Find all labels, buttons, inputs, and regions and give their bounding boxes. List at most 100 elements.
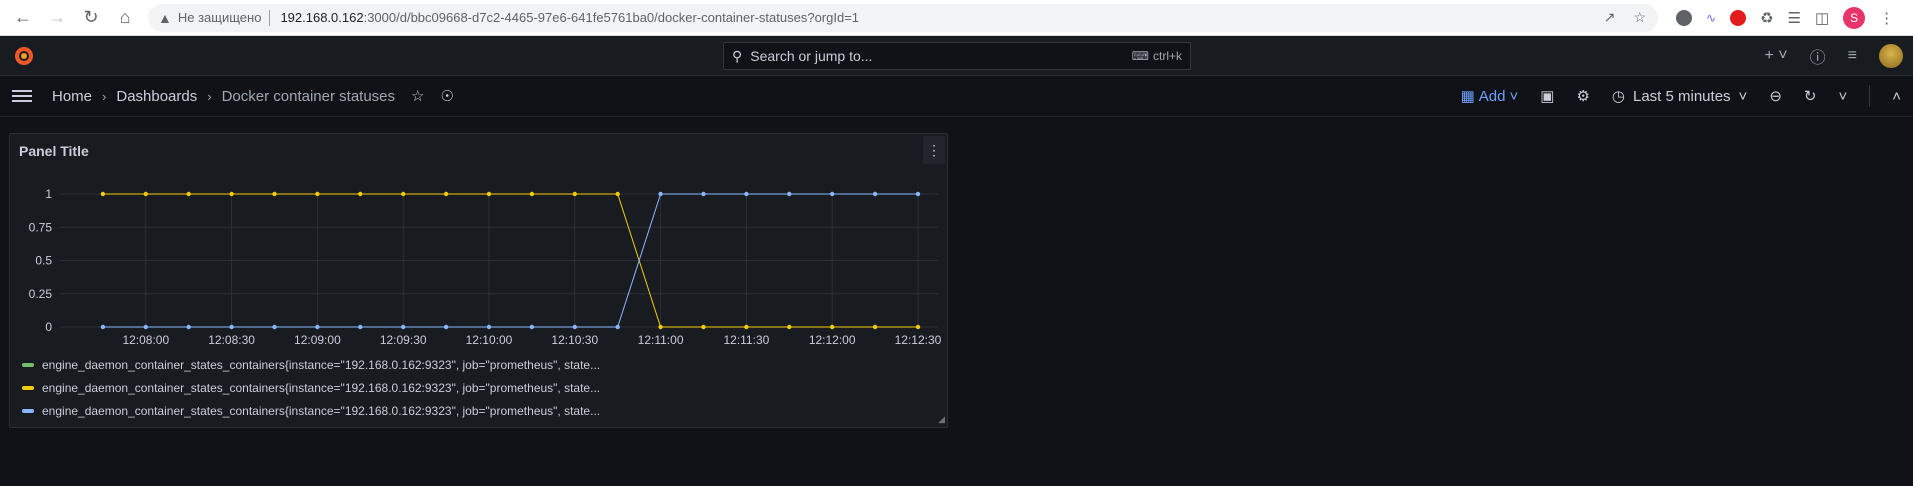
- refresh-interval-chevron-icon[interactable]: ˅: [1838, 88, 1847, 105]
- share-icon[interactable]: ☉: [440, 87, 453, 105]
- new-plus-icon[interactable]: + ˅: [1765, 47, 1788, 65]
- data-point: [787, 191, 792, 197]
- add-label: Add: [1478, 87, 1506, 105]
- y-tick-label: 0.5: [35, 254, 52, 268]
- share-icon[interactable]: ↗: [1604, 9, 1616, 26]
- warning-icon: ▲: [158, 9, 172, 26]
- help-icon[interactable]: ⓘ: [1810, 44, 1826, 68]
- data-point: [186, 191, 191, 197]
- data-point: [358, 191, 363, 197]
- home-icon[interactable]: ⌂: [110, 3, 140, 33]
- legend-label: engine_daemon_container_states_container…: [42, 357, 601, 372]
- data-point: [443, 324, 449, 330]
- bookmark-star-icon[interactable]: ☆: [1633, 9, 1646, 26]
- data-point: [486, 324, 492, 330]
- data-point: [272, 191, 277, 197]
- x-tick-label: 12:11:30: [723, 333, 769, 347]
- url-host: 192.168.0.162: [280, 10, 364, 25]
- x-tick-label: 12:11:00: [638, 333, 684, 347]
- chevron-right-icon: ›: [207, 88, 212, 104]
- chevron-down-icon: ˅: [1738, 87, 1748, 105]
- data-point: [486, 191, 492, 197]
- sidepanel-icon[interactable]: ◫: [1815, 9, 1829, 27]
- data-point: [100, 191, 106, 197]
- refresh-icon[interactable]: ↻: [1804, 87, 1817, 105]
- data-point: [872, 191, 878, 197]
- breadcrumb-current: Docker container statuses: [221, 87, 396, 105]
- legend-item[interactable]: engine_daemon_container_states_container…: [22, 353, 600, 376]
- save-icon[interactable]: ▣: [1540, 87, 1554, 105]
- data-point: [701, 324, 706, 330]
- breadcrumb-dashboards[interactable]: Dashboards: [116, 88, 197, 105]
- back-icon[interactable]: ←: [8, 3, 38, 33]
- x-tick-label: 12:12:30: [895, 333, 942, 347]
- x-tick-label: 12:10:30: [551, 333, 598, 347]
- collapse-chevron-up-icon[interactable]: ˄: [1892, 88, 1901, 105]
- extension-icon[interactable]: [1676, 9, 1692, 26]
- star-icon[interactable]: ☆: [411, 87, 424, 105]
- data-point: [572, 324, 577, 330]
- divider: [269, 9, 271, 26]
- data-point: [658, 324, 663, 330]
- legend-label: engine_daemon_container_states_container…: [42, 403, 601, 418]
- data-point: [529, 191, 535, 197]
- search-placeholder: Search or jump to...: [750, 48, 873, 64]
- data-point: [400, 324, 406, 330]
- grafana-logo-icon[interactable]: [12, 44, 36, 68]
- keyboard-icon: ⌨: [1131, 49, 1149, 63]
- data-point: [443, 191, 449, 197]
- menu-hamburger-icon[interactable]: [12, 90, 32, 102]
- legend-swatch: [22, 408, 34, 413]
- data-point: [358, 324, 363, 330]
- legend-swatch: [22, 385, 34, 390]
- data-point: [143, 324, 148, 330]
- data-point: [658, 191, 663, 197]
- legend-label: engine_daemon_container_states_container…: [42, 380, 601, 395]
- data-point: [100, 324, 106, 330]
- address-bar[interactable]: ▲ Не защищено 192.168.0.162:3000/d/bbc09…: [148, 3, 1658, 32]
- x-tick-label: 12:12:00: [809, 333, 856, 347]
- user-avatar[interactable]: [1879, 43, 1903, 68]
- add-panel-icon: ▦: [1460, 88, 1475, 105]
- breadcrumb-home[interactable]: Home: [52, 88, 92, 105]
- forward-icon[interactable]: →: [42, 3, 72, 33]
- chart-legend: engine_daemon_container_states_container…: [22, 353, 600, 422]
- settings-gear-icon[interactable]: ⚙: [1576, 87, 1589, 105]
- data-point: [829, 191, 835, 197]
- extension-chart-icon[interactable]: ∿: [1706, 11, 1716, 25]
- data-point: [872, 324, 878, 330]
- y-tick-label: 0: [45, 320, 52, 334]
- browser-toolbar: ← → ↻ ⌂ ▲ Не защищено 192.168.0.162:3000…: [0, 0, 1913, 36]
- resize-handle-icon[interactable]: ◢: [938, 414, 945, 425]
- adblock-icon[interactable]: [1730, 9, 1747, 26]
- playlist-icon[interactable]: ☰: [1788, 9, 1801, 27]
- menu-kebab-icon[interactable]: ⋮: [1879, 9, 1894, 27]
- add-button[interactable]: ▦ Add ˅: [1460, 87, 1519, 106]
- news-rss-icon[interactable]: ≡: [1848, 47, 1857, 65]
- legend-item[interactable]: engine_daemon_container_states_container…: [22, 399, 600, 422]
- dashboard-navbar: Home › Dashboards › Docker container sta…: [0, 76, 1913, 117]
- grafana-topbar: ⚲ Search or jump to... ⌨ ctrl+k + ˅ ⓘ ≡: [0, 36, 1913, 76]
- data-point: [915, 191, 921, 197]
- data-point: [744, 324, 749, 330]
- time-series-chart[interactable]: 0 0.25 0.5 0.75 1 12:08:00 12:08:30 12:09:00 12:…: [10, 134, 949, 354]
- search-icon: ⚲: [732, 47, 743, 64]
- security-label: Не защищено: [177, 10, 262, 25]
- url-path: :3000/d/bbc09668-d7c2-4465-97e6-641fe576…: [363, 10, 860, 25]
- search-input[interactable]: ⚲ Search or jump to... ⌨ ctrl+k: [723, 42, 1191, 70]
- chevron-down-icon: ˅: [1509, 87, 1519, 105]
- x-tick-label: 12:08:00: [122, 333, 169, 347]
- profile-avatar[interactable]: S: [1843, 6, 1866, 29]
- data-point: [229, 191, 234, 197]
- zoom-out-icon[interactable]: ⊖: [1769, 87, 1782, 105]
- time-range-picker[interactable]: ◷ Last 5 minutes ˅: [1612, 87, 1748, 106]
- data-point: [787, 324, 792, 330]
- puzzle-icon[interactable]: ♻: [1760, 9, 1773, 27]
- y-tick-label: 0.75: [29, 220, 53, 234]
- data-point: [229, 324, 234, 330]
- legend-item[interactable]: engine_daemon_container_states_container…: [22, 376, 600, 399]
- search-shortcut: ctrl+k: [1152, 49, 1182, 63]
- reload-icon[interactable]: ↻: [76, 3, 106, 33]
- data-point: [315, 191, 320, 197]
- time-range-label: Last 5 minutes: [1632, 87, 1731, 105]
